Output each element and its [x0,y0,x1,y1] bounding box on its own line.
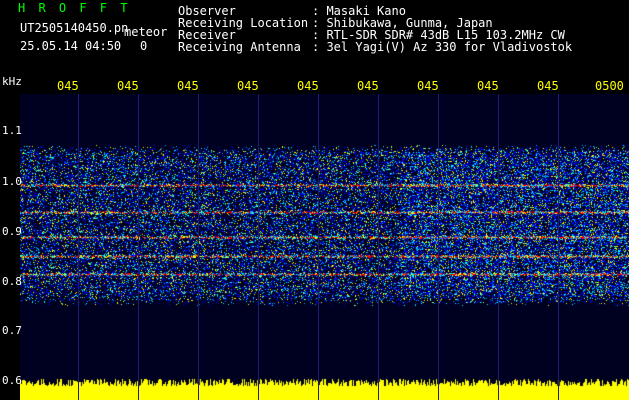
antenna-value: : 3el Yagi(V) Az 330 for Vladivostok [312,40,573,54]
freq-tick-1.1: 1.1 [2,124,22,137]
freq-tick-0.7: 0.7 [2,324,22,337]
minute-divider [558,94,559,400]
freq-tick-1.0: 1.0 [2,175,22,188]
minute-divider [438,94,439,400]
time-tick-5: 045 [297,79,319,93]
time-tick-1: 045 [57,79,79,93]
time-tick-3: 045 [177,79,199,93]
minute-divider [498,94,499,400]
minute-divider [258,94,259,400]
file-name: UT2505140450.pn [20,21,129,35]
time-tick-6: 045 [357,79,379,93]
minute-divider [318,94,319,400]
antenna-label: Receiving Antenna [178,40,301,54]
spectrogram-plot [20,94,629,400]
freq-tick-0.6: 0.6 [2,374,22,387]
time-tick-7: 045 [417,79,439,93]
time-tick-2: 045 [117,79,139,93]
minute-divider [198,94,199,400]
minute-divider [378,94,379,400]
time-tick-4: 045 [237,79,259,93]
station-name: H R O F F T [18,1,131,15]
datetime: 25.05.14 04:50 [20,39,122,53]
spectrogram-canvas [20,94,629,400]
file-suffix: meteor [124,25,168,39]
minute-divider [78,94,79,400]
freq-tick-0.8: 0.8 [2,275,22,288]
freq-tick-0.9: 0.9 [2,225,22,238]
time-tick-10: 0500 [595,79,624,93]
hroft-spectrogram-window: H R O F F T UT2505140450.pn meteor 25.05… [0,0,629,400]
time-tick-8: 045 [477,79,499,93]
index-value: 0 [140,39,148,53]
time-tick-9: 045 [537,79,559,93]
minute-divider [138,94,139,400]
freq-unit-label: kHz [2,75,22,88]
